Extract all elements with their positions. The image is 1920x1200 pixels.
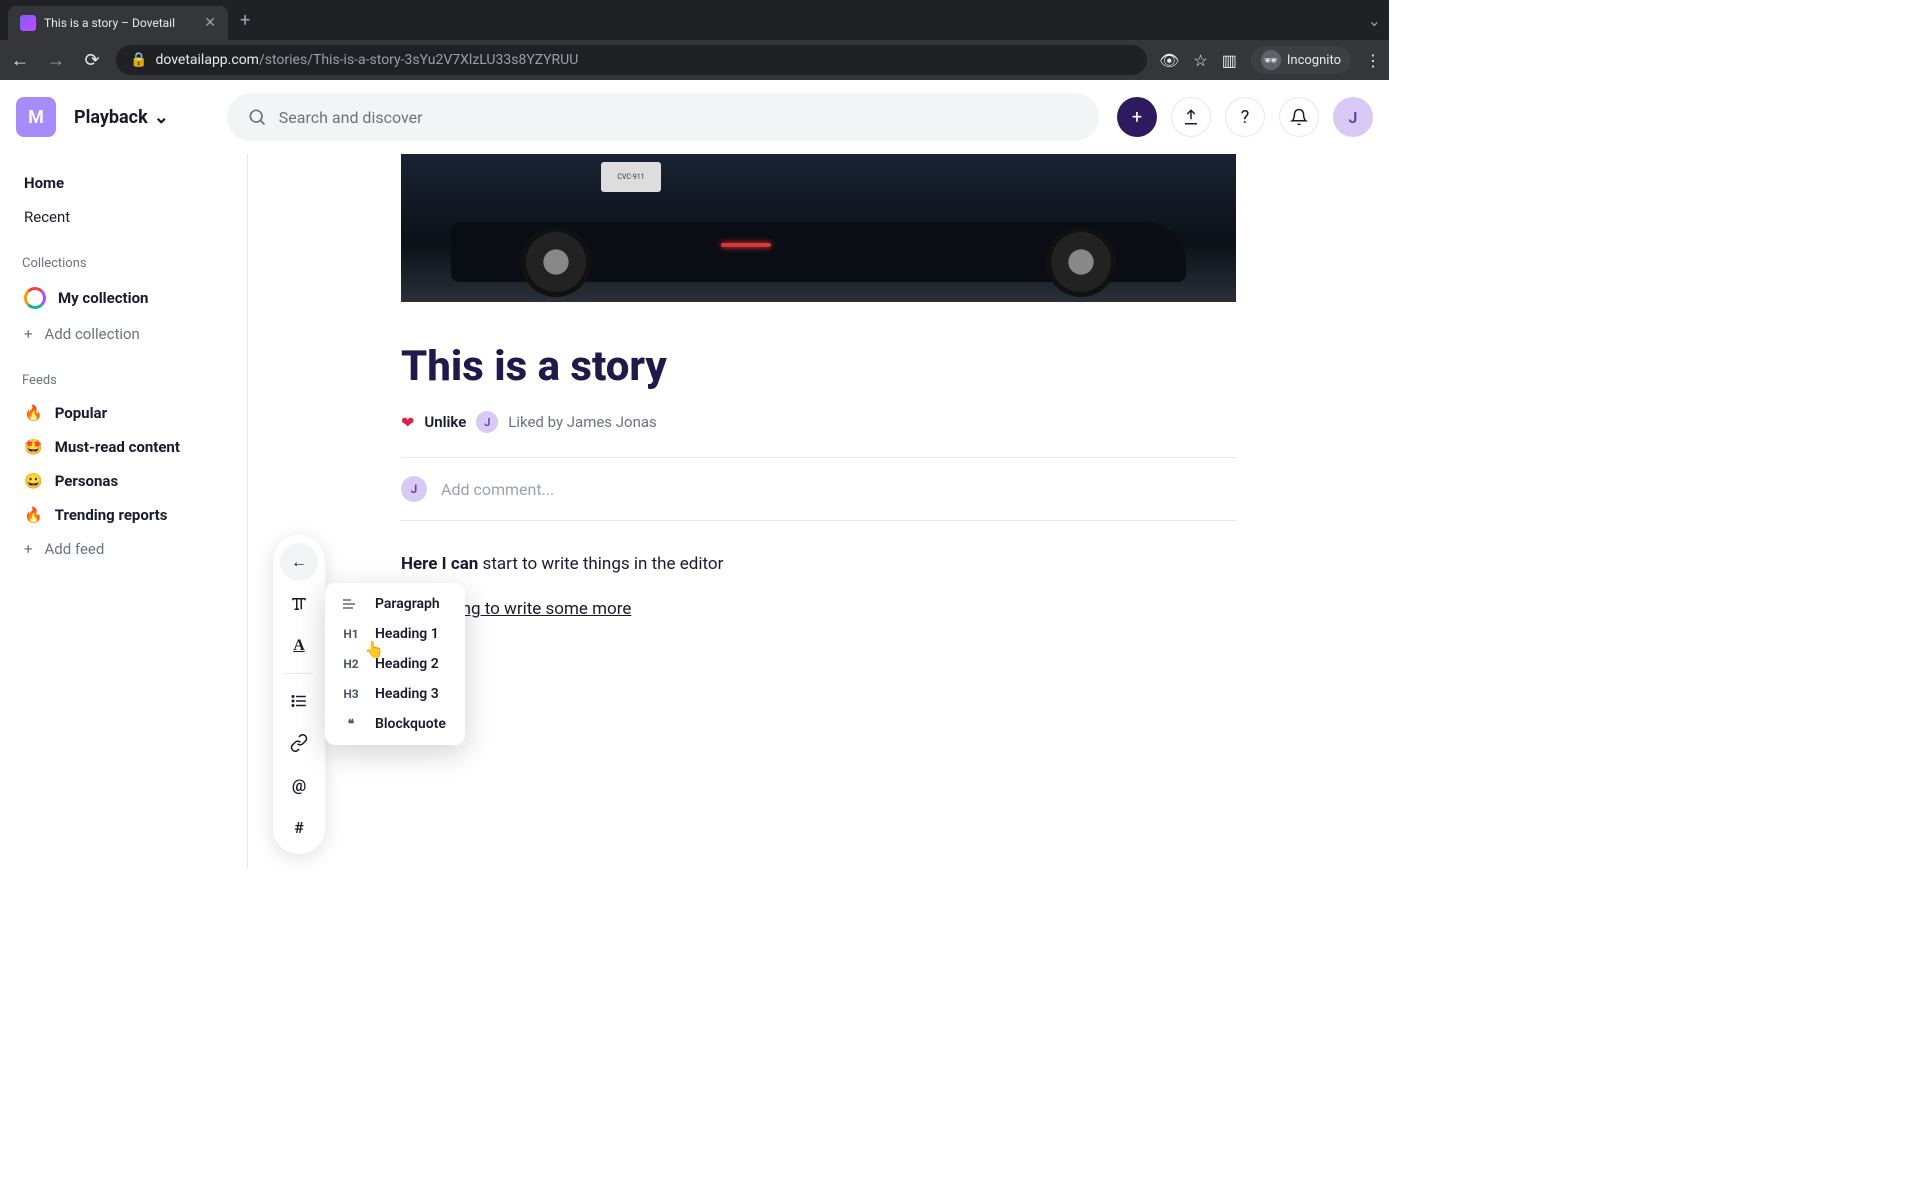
license-plate: CVC·911 [601, 162, 661, 192]
create-button[interactable]: + [1117, 97, 1157, 137]
mention-button[interactable]: @ [280, 766, 318, 804]
divider [401, 520, 1236, 521]
tag-button[interactable]: # [280, 808, 318, 846]
toolbar-back-button[interactable]: ← [280, 543, 318, 581]
sidebar-feed-trending[interactable]: 🔥 Trending reports [14, 498, 233, 532]
url-host: dovetailapp.com [155, 52, 259, 68]
unlike-button[interactable]: Unlike [424, 413, 466, 431]
sidebar-feed-personas[interactable]: 😀 Personas [14, 464, 233, 498]
browser-tab[interactable]: This is a story – Dovetail ✕ [8, 6, 228, 40]
upload-button[interactable] [1171, 97, 1211, 137]
close-tab-icon[interactable]: ✕ [204, 15, 216, 31]
h3-icon: H3 [341, 687, 361, 701]
sidebar-item-my-collection[interactable]: My collection [14, 279, 233, 317]
app-header: M Playback ⌄ Search and discover + ? J [0, 80, 1389, 154]
workspace-name: Playback [74, 107, 148, 128]
sidebar: Home Recent Collections My collection + … [0, 154, 248, 868]
workspace-avatar[interactable]: M [16, 97, 56, 137]
url-path: /stories/This-is-a-story-3sYu2V7XlzLU33s… [259, 52, 578, 68]
text-style-popover: Paragraph H1 Heading 1 H2 Heading 2 H3 H… [325, 583, 465, 745]
text-style-button[interactable] [280, 585, 318, 623]
popover-heading-2[interactable]: H2 Heading 2 [331, 649, 459, 679]
story-hero-image: CVC·911 [401, 154, 1236, 302]
sidebar-item-home[interactable]: Home [14, 166, 233, 200]
plus-icon: + [24, 325, 33, 343]
story-body[interactable]: Here I can start to write things in the … [401, 551, 1236, 623]
list-button[interactable] [280, 682, 318, 720]
fire-icon: 🔥 [24, 404, 43, 422]
user-avatar[interactable]: J [1333, 97, 1373, 137]
h1-icon: H1 [341, 627, 361, 641]
quote-icon: ❝ [341, 717, 361, 731]
help-button[interactable]: ? [1225, 97, 1265, 137]
paragraph-2[interactable]: I am going to write some more [401, 596, 1236, 623]
comment-avatar: J [401, 476, 427, 502]
add-feed-button[interactable]: + Add feed [14, 532, 233, 566]
browser-chrome: This is a story – Dovetail ✕ + ⌄ ← → ⟳ 🔒… [0, 0, 1389, 80]
liked-by-text: Liked by James Jonas [508, 413, 657, 431]
sidebar-item-recent[interactable]: Recent [14, 200, 233, 234]
sidebar-feed-mustread[interactable]: 🤩 Must-read content [14, 430, 233, 464]
tab-title: This is a story – Dovetail [44, 16, 196, 30]
main-content: CVC·911 This is a story ❤ Unlike J Liked… [248, 154, 1389, 868]
notifications-button[interactable] [1279, 97, 1319, 137]
popover-paragraph[interactable]: Paragraph [331, 589, 459, 619]
popover-heading-1[interactable]: H1 Heading 1 [331, 619, 459, 649]
star-icon[interactable]: ☆ [1193, 51, 1207, 70]
star-eyes-icon: 🤩 [24, 438, 43, 456]
popover-heading-3[interactable]: H3 Heading 3 [331, 679, 459, 709]
collection-icon [24, 287, 46, 309]
app-root: M Playback ⌄ Search and discover + ? J H… [0, 80, 1389, 868]
workspace-switcher[interactable]: Playback ⌄ [74, 107, 169, 128]
search-placeholder: Search and discover [279, 108, 423, 127]
editor-toolbar: ← A @ # [273, 535, 325, 854]
chevron-down-icon: ⌄ [154, 107, 169, 128]
reload-button[interactable]: ⟳ [80, 50, 104, 71]
comment-placeholder: Add comment... [441, 480, 554, 499]
liker-avatar: J [476, 411, 498, 433]
sidebar-section-feeds: Feeds [22, 373, 233, 388]
incognito-icon: 🕶 [1261, 50, 1281, 70]
search-icon [247, 107, 267, 127]
popover-blockquote[interactable]: ❝ Blockquote [331, 709, 459, 739]
extension-icon[interactable]: ▥ [1222, 51, 1237, 70]
incognito-badge[interactable]: 🕶 Incognito [1251, 46, 1351, 74]
add-comment-row[interactable]: J Add comment... [401, 458, 1236, 520]
sidebar-section-collections: Collections [22, 256, 233, 271]
nav-bar: ← → ⟳ 🔒 dovetailapp.com/stories/This-is-… [0, 40, 1389, 80]
divider [285, 673, 313, 674]
new-tab-button[interactable]: + [240, 10, 250, 31]
paragraph-1[interactable]: Here I can start to write things in the … [401, 551, 1236, 578]
lock-icon: 🔒 [130, 52, 147, 68]
favicon-icon [20, 15, 36, 31]
tab-strip: This is a story – Dovetail ✕ + ⌄ [0, 0, 1389, 40]
link-button[interactable] [280, 724, 318, 762]
forward-button[interactable]: → [44, 50, 68, 71]
h2-icon: H2 [341, 657, 361, 671]
chevron-down-icon[interactable]: ⌄ [1368, 11, 1381, 30]
eye-off-icon[interactable]: 👁 [1159, 51, 1179, 70]
fire-icon: 🔥 [24, 506, 43, 524]
story-title[interactable]: This is a story [401, 342, 1236, 391]
add-collection-button[interactable]: + Add collection [14, 317, 233, 351]
sidebar-feed-popular[interactable]: 🔥 Popular [14, 396, 233, 430]
search-input[interactable]: Search and discover [227, 93, 1099, 141]
url-bar[interactable]: 🔒 dovetailapp.com/stories/This-is-a-stor… [116, 45, 1147, 75]
story-meta: ❤ Unlike J Liked by James Jonas [401, 411, 1236, 433]
smile-icon: 😀 [24, 472, 43, 490]
menu-icon[interactable]: ⋮ [1365, 51, 1381, 70]
text-color-button[interactable]: A [280, 627, 318, 665]
back-button[interactable]: ← [8, 50, 32, 71]
incognito-label: Incognito [1287, 53, 1341, 68]
paragraph-icon [341, 596, 361, 612]
heart-icon[interactable]: ❤ [401, 413, 414, 432]
plus-icon: + [24, 540, 33, 558]
